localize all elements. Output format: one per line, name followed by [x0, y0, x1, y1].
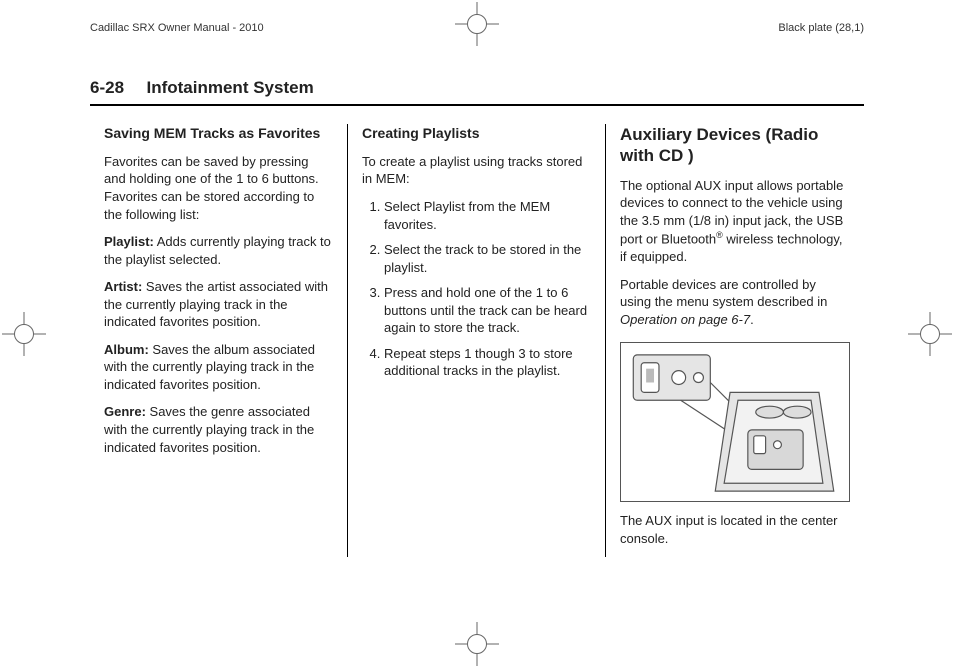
col1-item-artist: Artist: Saves the artist associated with… [104, 278, 333, 331]
label-playlist: Playlist: [104, 234, 154, 249]
col1-item-playlist: Playlist: Adds currently playing track t… [104, 233, 333, 268]
page-header: 6-28 Infotainment System [90, 78, 864, 106]
col3-para2: Portable devices are controlled by using… [620, 276, 850, 329]
col1-intro: Favorites can be saved by pressing and h… [104, 153, 333, 223]
registration-mark-right [908, 312, 952, 356]
registered-mark-icon: ® [716, 230, 723, 240]
step-2: Select the track to be stored in the pla… [384, 241, 591, 276]
label-genre: Genre: [104, 404, 146, 419]
section-title: Infotainment System [146, 78, 313, 97]
content-frame: 6-28 Infotainment System Saving MEM Trac… [90, 78, 864, 620]
col3-p2c: . [750, 312, 754, 327]
step-1: Select Playlist from the MEM favorites. [384, 198, 591, 233]
page-number: 6-28 [90, 78, 124, 97]
step-3: Press and hold one of the 1 to 6 buttons… [384, 284, 591, 337]
aux-input-illustration [620, 342, 850, 502]
col1-heading: Saving MEM Tracks as Favorites [104, 124, 333, 143]
label-artist: Artist: [104, 279, 142, 294]
registration-mark-bottom [455, 622, 499, 666]
label-album: Album: [104, 342, 149, 357]
col3-p2a: Portable devices are controlled by using… [620, 277, 827, 310]
print-header: Cadillac SRX Owner Manual - 2010 Black p… [90, 22, 864, 44]
plate-designation: Black plate (28,1) [778, 22, 864, 34]
col2-intro: To create a playlist using tracks stored… [362, 153, 591, 188]
operation-page-ref: Operation on page 6-7 [620, 312, 750, 327]
column-2: Creating Playlists To create a playlist … [347, 124, 605, 557]
col2-steps: Select Playlist from the MEM favorites. … [384, 198, 591, 380]
col3-heading: Auxiliary Devices (Radio with CD ) [620, 124, 850, 167]
columns: Saving MEM Tracks as Favorites Favorites… [90, 124, 864, 557]
manual-page: Cadillac SRX Owner Manual - 2010 Black p… [0, 0, 954, 668]
registration-mark-left [2, 312, 46, 356]
col3-para1: The optional AUX input allows portable d… [620, 177, 850, 266]
column-3: Auxiliary Devices (Radio with CD ) The o… [605, 124, 864, 557]
column-1: Saving MEM Tracks as Favorites Favorites… [90, 124, 347, 557]
aux-caption: The AUX input is located in the center c… [620, 512, 850, 547]
console-diagram-icon [621, 343, 849, 501]
col1-item-album: Album: Saves the album associated with t… [104, 341, 333, 394]
manual-title: Cadillac SRX Owner Manual - 2010 [90, 22, 264, 34]
step-4: Repeat steps 1 though 3 to store additio… [384, 345, 591, 380]
col1-item-genre: Genre: Saves the genre associated with t… [104, 403, 333, 456]
col2-heading: Creating Playlists [362, 124, 591, 143]
